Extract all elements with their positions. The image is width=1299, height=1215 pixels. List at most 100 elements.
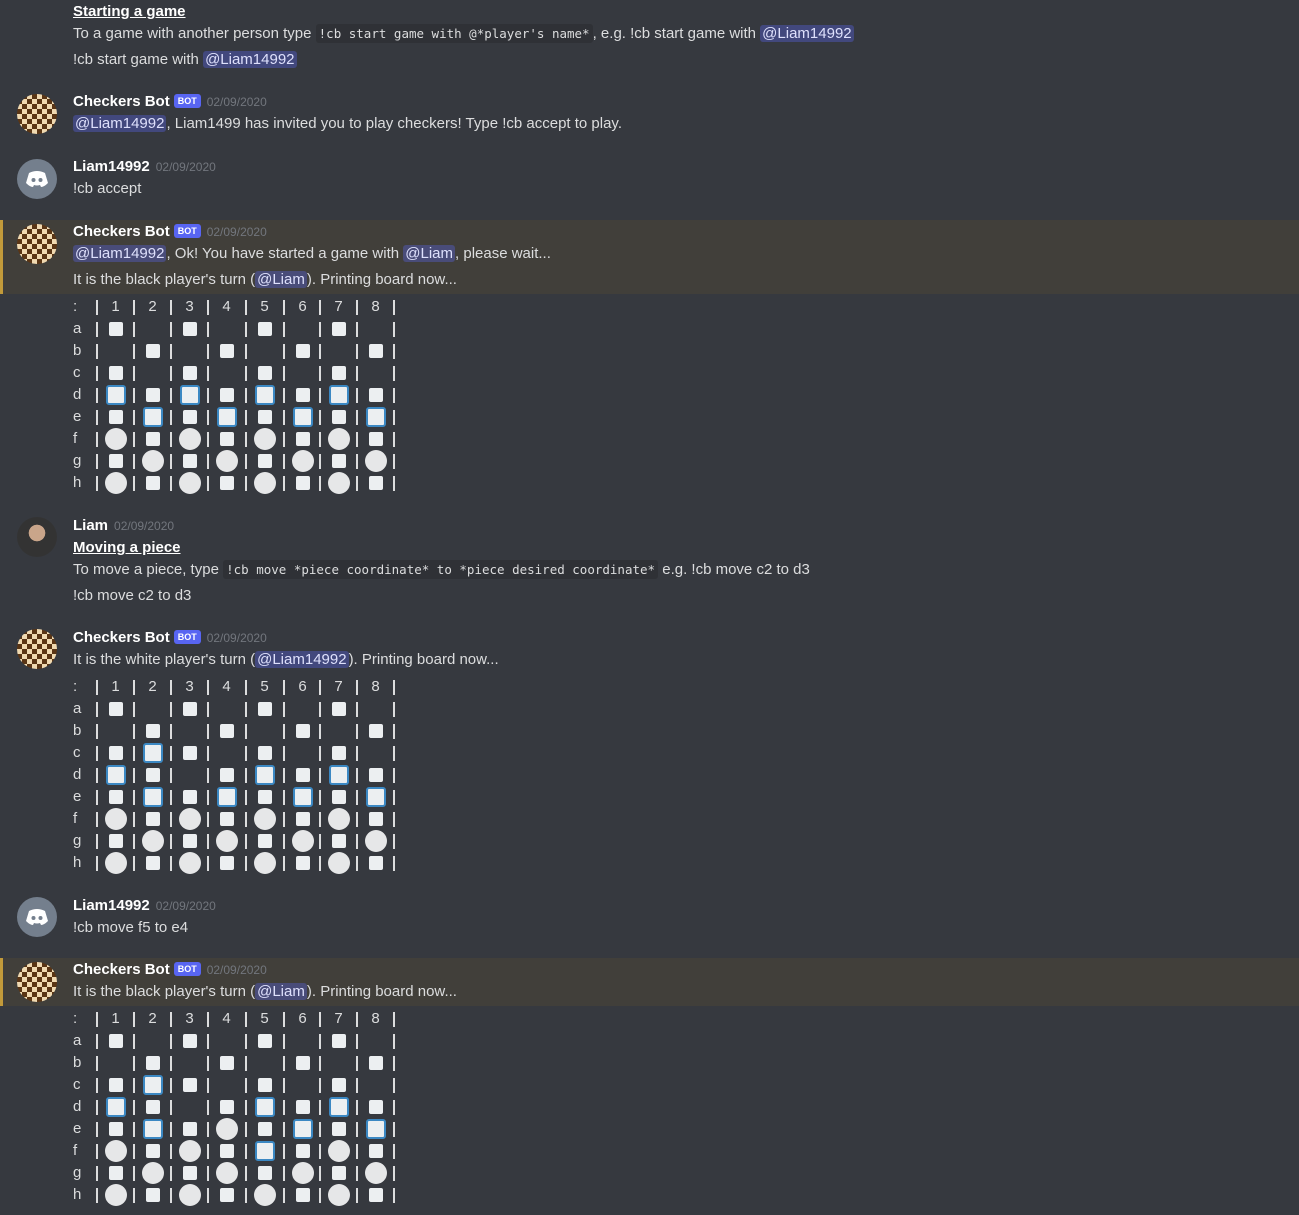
user-mention[interactable]: @Liam14992 bbox=[73, 245, 167, 262]
white-square-cell bbox=[145, 476, 160, 490]
board-separator bbox=[96, 790, 98, 805]
avatar[interactable] bbox=[17, 517, 57, 557]
white-square-cell bbox=[182, 1166, 197, 1180]
board-separator bbox=[170, 812, 172, 827]
author-name[interactable]: Checkers Bot bbox=[73, 629, 170, 646]
blue-square-piece bbox=[328, 385, 349, 405]
user-mention[interactable]: @Liam14992 bbox=[760, 25, 854, 42]
board-separator bbox=[133, 768, 135, 783]
white-square-cell bbox=[219, 856, 234, 870]
board-separator bbox=[96, 366, 98, 381]
timestamp: 02/09/2020 bbox=[206, 95, 267, 109]
board-separator bbox=[283, 432, 285, 447]
board-separator bbox=[96, 388, 98, 403]
white-square-cell bbox=[295, 1188, 310, 1202]
board-row: b bbox=[73, 720, 413, 742]
avatar[interactable] bbox=[17, 224, 57, 264]
avatar[interactable] bbox=[17, 962, 57, 1002]
white-circle-piece bbox=[215, 830, 238, 852]
author-name[interactable]: Liam14992 bbox=[73, 897, 150, 914]
board-separator bbox=[356, 1122, 358, 1137]
user-mention[interactable]: @Liam bbox=[255, 983, 307, 1000]
white-circle-piece bbox=[104, 852, 127, 874]
board-separator bbox=[133, 1034, 135, 1049]
board-separator bbox=[319, 1144, 321, 1159]
board-separator bbox=[96, 1122, 98, 1137]
board-row-label: e bbox=[73, 788, 82, 805]
board-column-label: 8 bbox=[371, 298, 380, 315]
board-separator bbox=[245, 1122, 247, 1137]
board-row-label: c bbox=[73, 1076, 81, 1093]
board-separator bbox=[283, 1166, 285, 1181]
board-separator bbox=[96, 746, 98, 761]
avatar[interactable] bbox=[17, 94, 57, 134]
white-square-cell bbox=[331, 454, 346, 468]
white-square-cell bbox=[108, 1078, 123, 1092]
board-separator bbox=[170, 1144, 172, 1159]
timestamp: 02/09/2020 bbox=[206, 963, 267, 977]
white-square-cell bbox=[295, 856, 310, 870]
board-separator bbox=[283, 388, 285, 403]
white-square-cell bbox=[182, 790, 197, 804]
author-name[interactable]: Checkers Bot bbox=[73, 93, 170, 110]
white-circle-piece bbox=[364, 1162, 387, 1184]
bot-badge: BOT bbox=[173, 962, 201, 976]
user-mention[interactable]: @Liam14992 bbox=[255, 651, 349, 668]
board-column-label: 4 bbox=[222, 1010, 231, 1027]
bot-badge: BOT bbox=[173, 94, 201, 108]
board-separator bbox=[170, 322, 172, 337]
author-name[interactable]: Checkers Bot bbox=[73, 223, 170, 240]
white-square-cell bbox=[182, 454, 197, 468]
white-circle-piece bbox=[178, 852, 201, 874]
board-separator bbox=[319, 322, 321, 337]
board-separator bbox=[245, 812, 247, 827]
message-text: It is the white player's turn (@Liam1499… bbox=[73, 651, 499, 668]
board-separator bbox=[133, 410, 135, 425]
board-separator bbox=[393, 834, 395, 849]
author-name[interactable]: Checkers Bot bbox=[73, 961, 170, 978]
avatar[interactable] bbox=[17, 159, 57, 199]
section-heading: Starting a game bbox=[73, 3, 186, 20]
blue-square-piece bbox=[292, 787, 313, 807]
board-separator bbox=[356, 476, 358, 491]
board-separator bbox=[356, 454, 358, 469]
board-separator bbox=[393, 1034, 395, 1049]
board-row-label: f bbox=[73, 430, 78, 447]
board-separator bbox=[207, 768, 209, 783]
board-separator bbox=[283, 1100, 285, 1115]
board-separator bbox=[245, 1100, 247, 1115]
white-square-cell bbox=[295, 1100, 310, 1114]
board-separator bbox=[393, 300, 395, 315]
author-name[interactable]: Liam bbox=[73, 517, 108, 534]
user-mention[interactable]: @Liam bbox=[255, 271, 307, 288]
avatar[interactable] bbox=[17, 629, 57, 669]
board-row: g bbox=[73, 1162, 413, 1184]
board-separator bbox=[207, 856, 209, 871]
board-row-label: c bbox=[73, 744, 81, 761]
white-square-cell bbox=[331, 366, 346, 380]
board-separator bbox=[356, 300, 358, 315]
white-square-cell bbox=[368, 476, 383, 490]
board-separator bbox=[245, 768, 247, 783]
board-separator bbox=[319, 1100, 321, 1115]
blue-square-piece bbox=[292, 407, 313, 427]
author-name[interactable]: Liam14992 bbox=[73, 158, 150, 175]
board-separator bbox=[245, 432, 247, 447]
board-separator bbox=[319, 746, 321, 761]
board-separator bbox=[356, 1144, 358, 1159]
timestamp: 02/09/2020 bbox=[114, 519, 175, 533]
board-column-label: 3 bbox=[185, 298, 194, 315]
user-mention[interactable]: @Liam14992 bbox=[203, 51, 297, 68]
white-square-cell bbox=[368, 856, 383, 870]
board-separator bbox=[207, 812, 209, 827]
board-separator bbox=[393, 1056, 395, 1071]
board-column-label: 7 bbox=[334, 678, 343, 695]
white-circle-piece bbox=[141, 450, 164, 472]
board-row: c bbox=[73, 362, 413, 384]
board-separator bbox=[96, 724, 98, 739]
message-text: !cb move f5 to e4 bbox=[73, 919, 189, 936]
avatar[interactable] bbox=[17, 897, 57, 937]
board-row-label: f bbox=[73, 1142, 78, 1159]
user-mention[interactable]: @Liam14992 bbox=[73, 115, 167, 132]
user-mention[interactable]: @Liam bbox=[403, 245, 456, 262]
